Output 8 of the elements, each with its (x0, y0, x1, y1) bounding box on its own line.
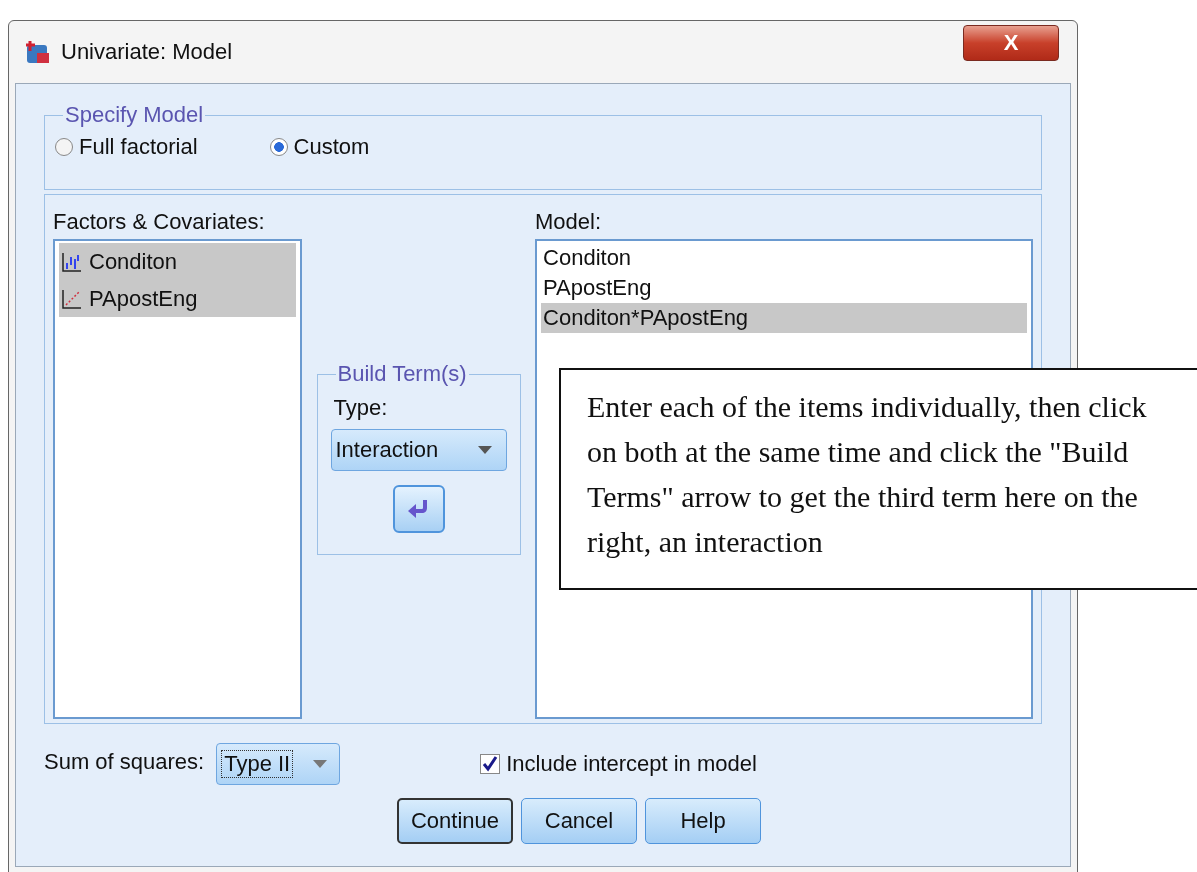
list-label: Factors & Covariates: (53, 209, 266, 236)
type-label: Type: (333, 395, 388, 422)
callout-tooltip: Enter each of the items individually, then click on both at the same time and click the "Build Terms" arrow to get the third term here on the right, an interaction (559, 368, 1197, 590)
window-title: Univariate: Model (61, 39, 233, 65)
group-title: Build Term(s) (336, 361, 468, 387)
list-label: Model: (535, 209, 603, 236)
group-title: Specify Model (64, 102, 205, 128)
sum-of-squares-label: Sum of squares: (44, 749, 205, 776)
